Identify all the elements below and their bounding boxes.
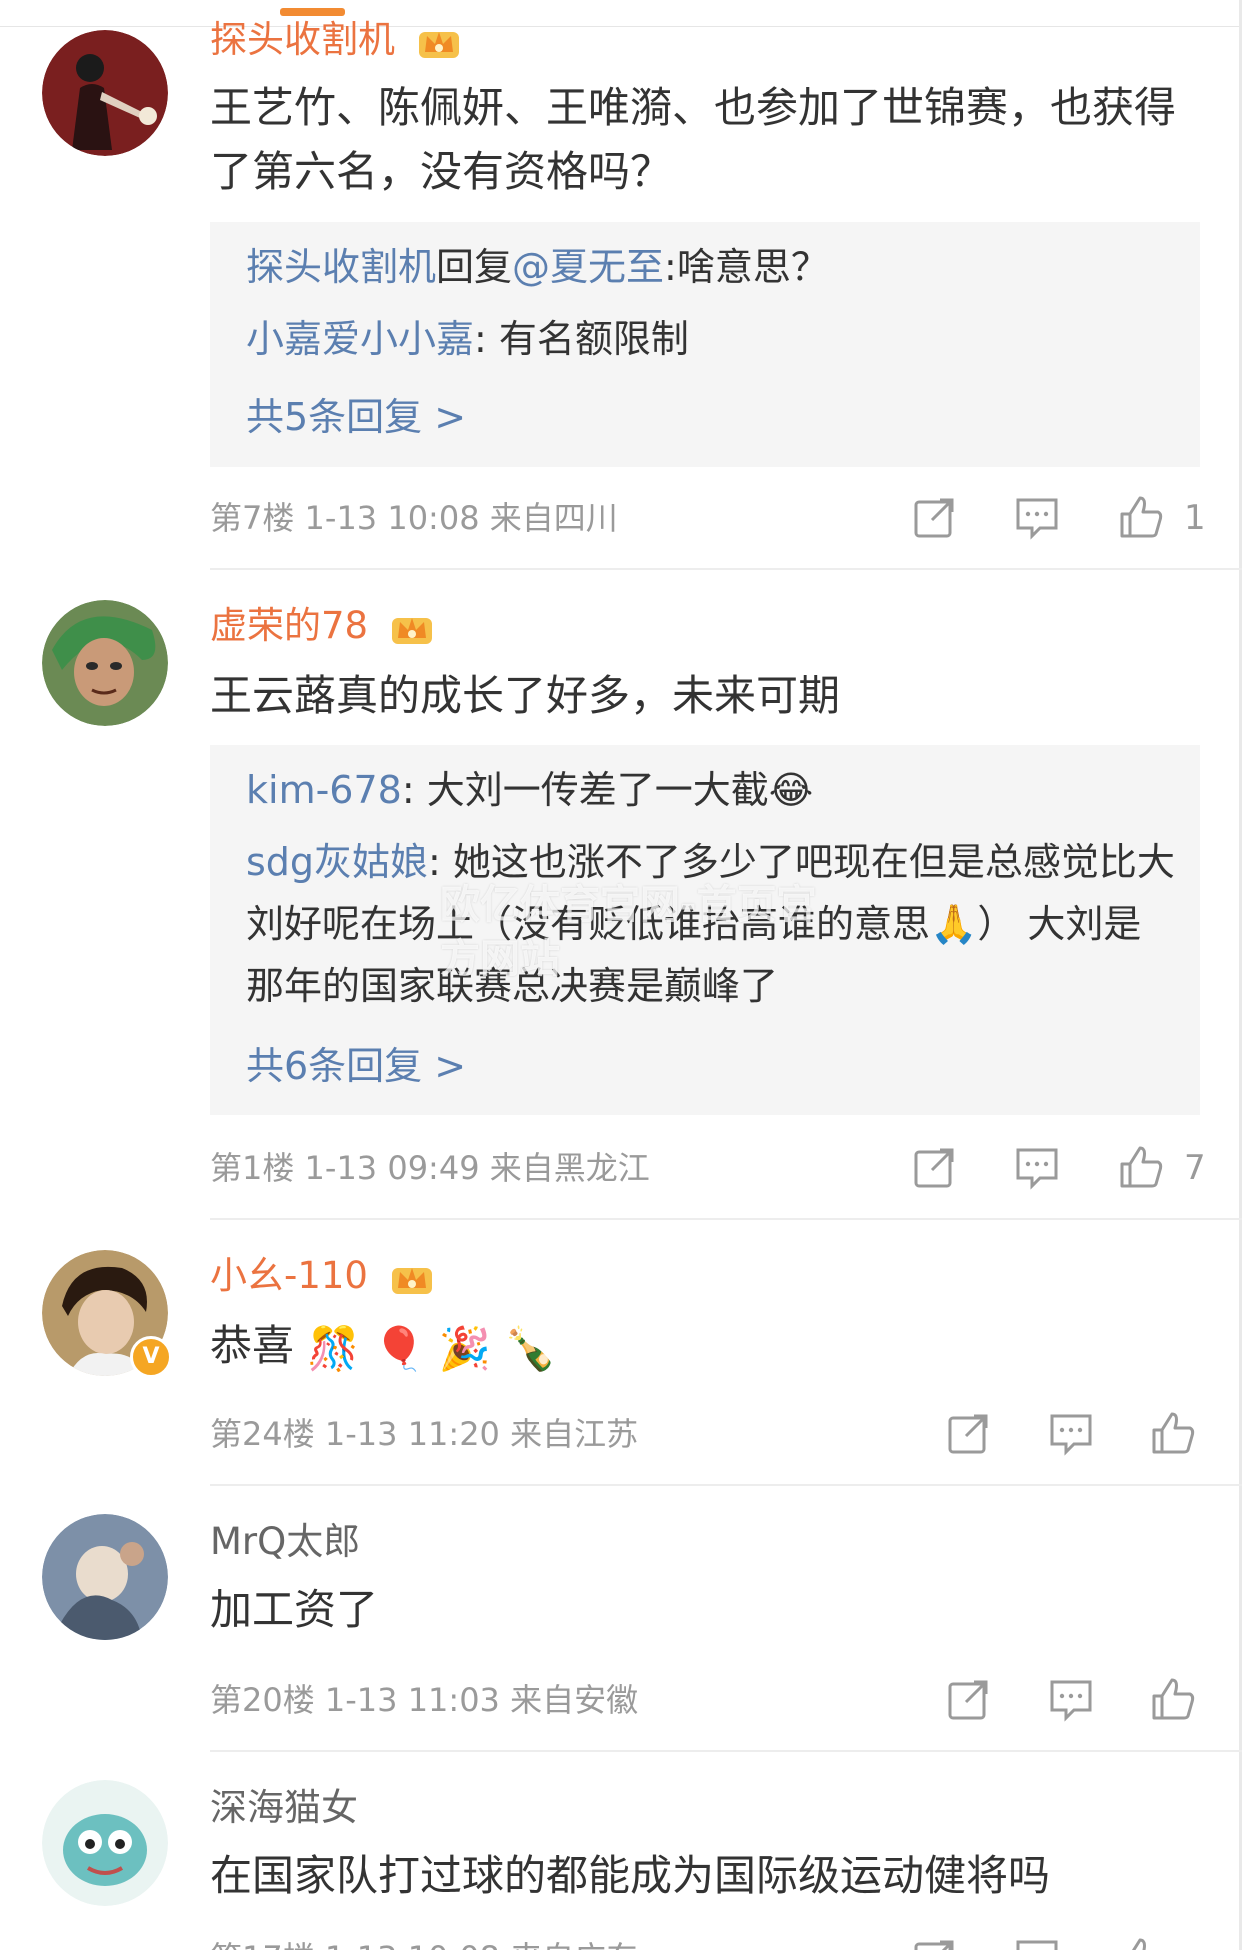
comment-divider: [210, 1484, 1242, 1486]
reply-text: : 有名额限制: [474, 317, 689, 361]
share-icon[interactable]: [912, 494, 958, 540]
more-replies-link[interactable]: 共6条回复 >: [246, 1041, 466, 1091]
share-icon[interactable]: [912, 1144, 958, 1190]
like-count: 1: [1184, 498, 1206, 538]
avatar[interactable]: [42, 1780, 168, 1906]
reply-line: kim-678: 大刘一传差了一大截😂: [246, 759, 1176, 821]
comment-divider: [210, 1218, 1242, 1220]
username[interactable]: 虚荣的78: [210, 604, 434, 648]
more-replies-link[interactable]: 共5条回复 >: [246, 392, 466, 442]
balloon-emoji: 🎈: [373, 1323, 426, 1373]
watermark-line: 欧亿体育官网-首页官: [440, 882, 817, 928]
comment-meta: 第17楼 1-13 10:08 来自广东: [210, 1938, 638, 1950]
comment-divider: [210, 568, 1242, 570]
comment-icon[interactable]: [1014, 494, 1060, 540]
comment-icon[interactable]: [1048, 1410, 1094, 1456]
reply-box[interactable]: 探头收割机回复@夏无至:啥意思？ 小嘉爱小小嘉: 有名额限制 共5条回复 >: [210, 222, 1200, 467]
comment-actions: 7: [912, 1144, 1212, 1194]
comment-actions: [946, 1410, 1206, 1460]
comment-actions: 1: [912, 494, 1212, 544]
crown-badge-icon: [391, 1267, 432, 1294]
avatar[interactable]: [42, 1514, 168, 1640]
comment-icon[interactable]: [1048, 1676, 1094, 1722]
confetti-ball-emoji: 🎊: [307, 1323, 360, 1373]
avatar[interactable]: [42, 600, 168, 726]
active-tab-indicator: [280, 8, 345, 16]
comment-meta: 第20楼 1-13 11:03 来自安徽: [210, 1681, 639, 1719]
crown-badge-icon: [418, 31, 459, 58]
like-icon[interactable]: [1118, 1936, 1164, 1950]
reply-text: : 大刘一传差了一大截😂: [401, 768, 814, 812]
comment-text-content: 恭喜: [210, 1321, 295, 1370]
watermark-line: 方网站: [440, 936, 560, 982]
avatar[interactable]: [42, 30, 168, 156]
reply-text: :啥意思？: [664, 245, 829, 289]
comment-icon[interactable]: [1014, 1936, 1060, 1950]
reply-line: 小嘉爱小小嘉: 有名额限制: [246, 308, 1176, 370]
watermark-overlay: 欧亿体育官网-首页官 方网站: [440, 878, 817, 986]
like-icon[interactable]: [1150, 1410, 1196, 1456]
reply-mention[interactable]: @夏无至: [512, 245, 664, 289]
comment-meta: 第7楼 1-13 10:08 来自四川: [210, 499, 618, 537]
comment-meta: 第24楼 1-13 11:20 来自江苏: [210, 1415, 639, 1453]
comment-meta: 第1楼 1-13 09:49 来自黑龙江: [210, 1149, 650, 1187]
username[interactable]: 深海猫女: [210, 1786, 358, 1830]
reply-user[interactable]: kim-678: [246, 768, 402, 812]
crown-badge-icon: [391, 617, 432, 644]
reply-user[interactable]: 探头收割机: [246, 245, 436, 289]
top-divider: [0, 26, 1242, 27]
like-count: 7: [1184, 1148, 1206, 1188]
username[interactable]: 探头收割机: [210, 18, 461, 62]
comment-text: 在国家队打过球的都能成为国际级运动健将吗: [210, 1851, 1051, 1900]
share-icon[interactable]: [912, 1936, 958, 1950]
reply-user[interactable]: sdg灰姑娘: [246, 840, 428, 884]
comment-icon[interactable]: [1014, 1144, 1060, 1190]
like-icon[interactable]: [1118, 1144, 1164, 1190]
like-icon[interactable]: [1118, 494, 1164, 540]
verified-badge: V: [130, 1336, 172, 1378]
comment-text: 王云蕗真的成长了好多，未来可期: [210, 671, 841, 720]
comment-text: 恭喜 🎊 🎈 🎉 🍾: [210, 1314, 1195, 1381]
comment-text: 加工资了: [210, 1585, 379, 1634]
reply-verb: 回复: [436, 245, 513, 289]
comment-divider: [210, 1750, 1242, 1752]
share-icon[interactable]: [946, 1410, 992, 1456]
party-popper-emoji: 🎉: [438, 1323, 491, 1373]
comment-feed: 探头收割机 王艺竹、陈佩妍、王唯漪、也参加了世锦赛，也获得了第六名，没有资格吗？…: [0, 0, 1242, 1950]
champagne-emoji: 🍾: [504, 1323, 557, 1373]
comment-text: 王艺竹、陈佩妍、王唯漪、也参加了世锦赛，也获得了第六名，没有资格吗？: [210, 83, 1177, 196]
like-icon[interactable]: [1150, 1676, 1196, 1722]
comment-actions: [946, 1676, 1206, 1726]
comment-actions: [912, 1936, 1212, 1950]
reply-user[interactable]: 小嘉爱小小嘉: [246, 317, 474, 361]
reply-line: 探头收割机回复@夏无至:啥意思？: [246, 236, 1176, 298]
share-icon[interactable]: [946, 1676, 992, 1722]
username[interactable]: 小幺-110: [210, 1254, 434, 1298]
username[interactable]: MrQ太郎: [210, 1520, 360, 1564]
